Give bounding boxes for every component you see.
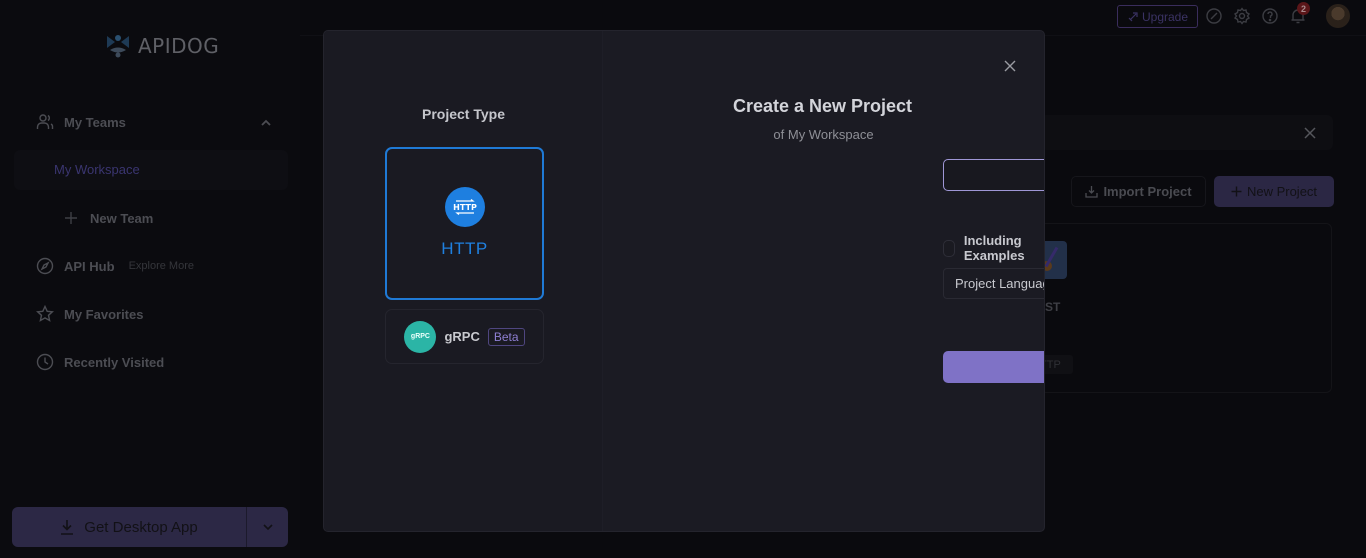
explore-more-link[interactable]: Explore More: [129, 260, 194, 272]
project-details-panel: Create a New Project of My Workspace Inc…: [603, 31, 1044, 531]
project-language-label: Project Language: [955, 276, 1044, 291]
http-icon: HTTP: [444, 187, 485, 227]
plus-icon: [62, 209, 80, 227]
import-icon: [1085, 186, 1099, 198]
grpc-label: gRPC: [444, 329, 480, 344]
download-icon: [61, 520, 74, 535]
dialog-title: Create a New Project: [732, 96, 913, 116]
close-icon[interactable]: [1300, 123, 1320, 143]
sidebar-item-api-hub[interactable]: API Hub Explore More: [36, 257, 194, 275]
sidebar-item-recently-visited[interactable]: Recently Visited: [36, 353, 164, 371]
help-icon[interactable]: [1261, 7, 1279, 25]
sidebar-item-label: My Teams: [64, 114, 126, 130]
sidebar-item-label: My Favorites: [64, 306, 144, 322]
compass-icon: [36, 257, 54, 275]
including-examples-checkbox[interactable]: [943, 239, 955, 257]
sidebar-item-new-team[interactable]: New Team: [62, 209, 153, 227]
sync-icon[interactable]: [1205, 7, 1223, 25]
new-project-label: New Project: [1246, 184, 1318, 199]
close-icon[interactable]: [1002, 58, 1018, 74]
project-language-row: Project Language English: [943, 268, 1044, 299]
apidog-logo: APIDOG: [104, 33, 219, 59]
users-icon: [36, 113, 54, 131]
create-project-dialog: Project Type HTTP HTTP gRPC gRPC Beta Cr…: [323, 30, 1045, 532]
sidebar-item-label: Recently Visited: [64, 354, 165, 370]
sidebar-item-my-favorites[interactable]: My Favorites: [36, 305, 143, 323]
project-type-http[interactable]: HTTP HTTP: [385, 147, 544, 300]
create-button[interactable]: Create: [943, 351, 1044, 383]
sidebar: APIDOG My Teams My Workspace New Team AP…: [0, 0, 300, 558]
new-project-button[interactable]: New Project: [1214, 176, 1334, 207]
apidog-logo-icon: [107, 35, 129, 58]
including-examples-option[interactable]: Including Examples: [943, 233, 1044, 263]
sidebar-item-label: New Team: [90, 210, 154, 226]
notice-banner: [1040, 115, 1333, 150]
desktop-app-dropdown-button[interactable]: [246, 507, 288, 547]
dialog-subtitle: of My Workspace: [773, 127, 874, 142]
chevron-down-icon: [262, 524, 273, 531]
grpc-icon-text: gRPC: [410, 333, 430, 340]
project-type-panel: Project Type HTTP HTTP gRPC gRPC Beta: [324, 31, 603, 531]
get-desktop-app-button[interactable]: Get Desktop App: [12, 507, 288, 547]
logo-text: APIDOG: [138, 34, 220, 58]
http-label: HTTP: [441, 239, 488, 258]
upgrade-button[interactable]: Upgrade: [1117, 5, 1198, 28]
http-icon-text: HTTP: [453, 203, 477, 212]
import-project-button[interactable]: Import Project: [1071, 176, 1206, 207]
avatar[interactable]: [1326, 4, 1350, 28]
project-card[interactable]: [1040, 223, 1332, 393]
get-desktop-app-label: Get Desktop App: [84, 518, 198, 536]
project-name-input[interactable]: [943, 159, 1044, 191]
get-desktop-app-main[interactable]: Get Desktop App: [12, 507, 246, 547]
import-project-label: Import Project: [1103, 184, 1192, 199]
beta-badge: Beta: [487, 327, 525, 346]
clock-icon: [36, 353, 54, 371]
project-name: ST: [1045, 300, 1061, 314]
plus-icon: [1231, 186, 1242, 197]
rocket-icon: [1128, 11, 1138, 21]
including-examples-label: Including Examples: [963, 233, 1025, 263]
my-workspace-label: My Workspace: [54, 162, 140, 177]
upgrade-label: Upgrade: [1141, 9, 1189, 24]
notification-badge: 2: [1297, 2, 1310, 15]
sidebar-item-label: API Hub: [64, 258, 115, 274]
sidebar-item-my-teams[interactable]: My Teams: [36, 113, 126, 131]
project-type-grpc[interactable]: gRPC gRPC Beta: [385, 309, 544, 364]
chevron-up-icon[interactable]: [260, 118, 272, 128]
gear-icon[interactable]: [1233, 7, 1251, 25]
star-icon: [36, 305, 54, 323]
grpc-icon: gRPC: [404, 320, 437, 353]
project-type-title: Project Type: [422, 106, 505, 122]
